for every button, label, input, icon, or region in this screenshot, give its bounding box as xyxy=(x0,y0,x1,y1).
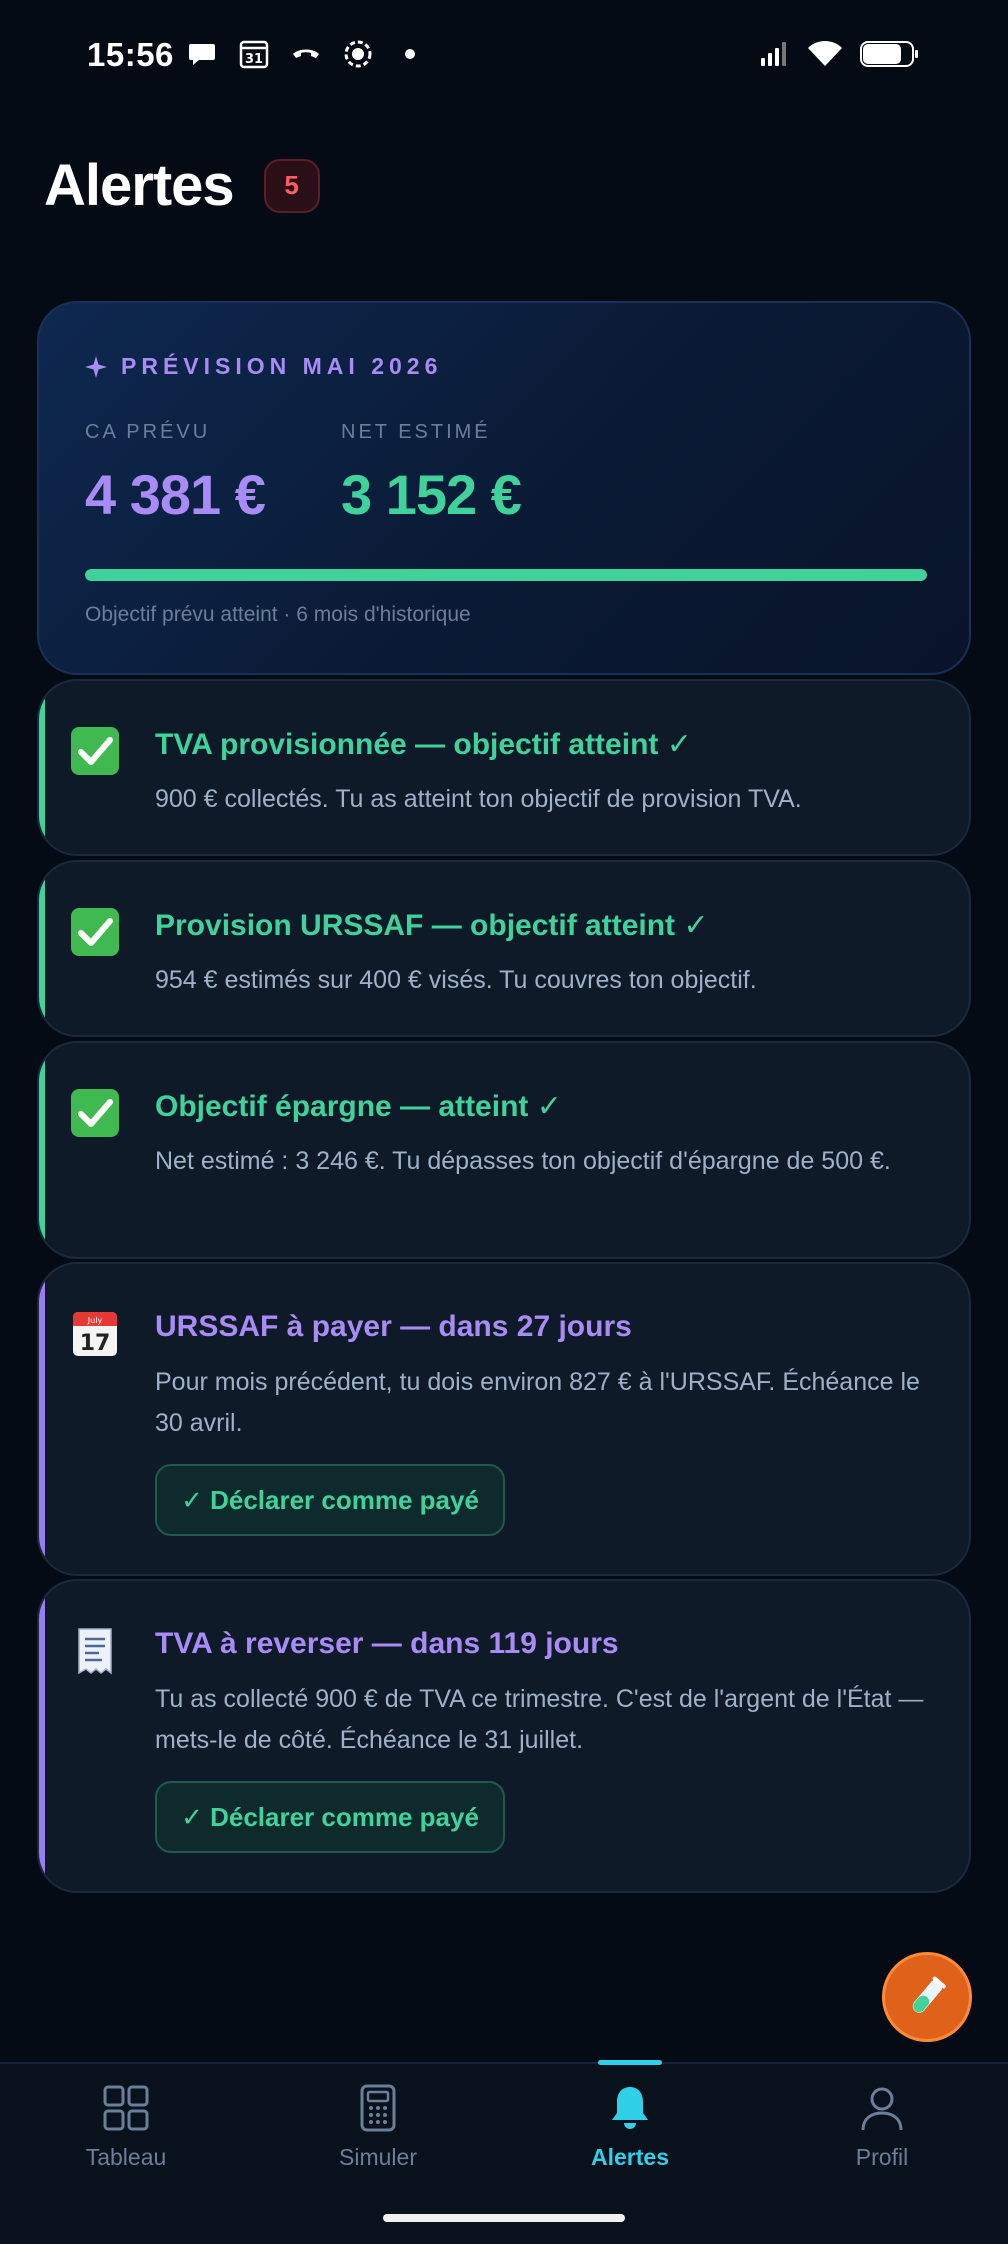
battery-icon xyxy=(860,41,918,67)
chat-bubble-icon xyxy=(189,44,215,65)
alert-title: Objectif épargne — atteint ✓ xyxy=(155,1090,562,1123)
status-bar: 15:56 31 xyxy=(0,0,1008,114)
check-box-icon xyxy=(71,1089,119,1137)
alert-card-savings-goal[interactable]: Objectif épargne — atteint ✓ Net estimé … xyxy=(37,1041,971,1259)
forecast-title-text: PRÉVISION MAI 2026 xyxy=(121,353,443,379)
alert-accent xyxy=(39,1264,45,1574)
status-time: 15:56 xyxy=(87,36,174,73)
wifi-icon xyxy=(808,40,842,66)
net-value: 3 152 € xyxy=(341,463,522,526)
check-box-icon xyxy=(71,727,119,775)
page-title: Alertes xyxy=(44,153,235,218)
nav-label: Profil xyxy=(855,2144,909,2170)
forecast-title: PRÉVISION MAI 2026 xyxy=(85,353,442,380)
alert-body: Pour mois précédent, tu dois environ 827… xyxy=(155,1368,920,1437)
calendar-31-icon: 31 xyxy=(239,40,269,69)
nav-item-simuler[interactable]: Simuler xyxy=(252,2064,504,2204)
receipt-icon xyxy=(78,1628,112,1675)
svg-text:17: 17 xyxy=(80,1331,111,1356)
nav-label: Simuler xyxy=(339,2144,417,2170)
alert-body: 900 € collectés. Tu as atteint ton objec… xyxy=(155,785,802,813)
alert-title: Provision URSSAF — objectif atteint ✓ xyxy=(155,909,709,942)
mark-paid-button[interactable]: ✓ Déclarer comme payé xyxy=(155,1464,505,1536)
calendar-icon: July 17 xyxy=(73,1312,117,1356)
test-tube-icon xyxy=(912,1976,946,2013)
bell-icon xyxy=(612,2087,648,2129)
nav-label: Alertes xyxy=(591,2144,669,2170)
nav-label: Tableau xyxy=(85,2144,167,2170)
dot-icon xyxy=(405,49,415,59)
svg-text:July: July xyxy=(87,1316,103,1325)
debug-fab-button[interactable] xyxy=(882,1952,972,2042)
signal-icon xyxy=(761,42,786,66)
alert-card-urssaf-due[interactable]: July 17 URSSAF à payer — dans 27 jours P… xyxy=(37,1262,971,1576)
notification-icons: 31 xyxy=(186,38,426,70)
ca-value: 4 381 € xyxy=(85,463,266,526)
net-forecast: NET ESTIMÉ 3 152 € xyxy=(341,421,522,527)
alert-title: URSSAF à payer — dans 27 jours xyxy=(155,1310,632,1343)
alert-body: Tu as collecté 900 € de TVA ce trimestre… xyxy=(155,1685,924,1754)
alert-card-tva-due[interactable]: TVA à reverser — dans 119 jours Tu as co… xyxy=(37,1579,971,1893)
alert-accent xyxy=(39,1581,45,1891)
forecast-progress-bar xyxy=(85,569,927,581)
ca-forecast: CA PRÉVU 4 381 € xyxy=(85,421,266,527)
check-box-icon xyxy=(71,908,119,956)
svg-text:31: 31 xyxy=(245,52,263,67)
system-icons xyxy=(758,38,920,70)
alert-accent xyxy=(39,1043,45,1257)
nav-item-alertes[interactable]: Alertes xyxy=(504,2060,756,2204)
calculator-icon xyxy=(360,2084,396,2132)
home-indicator[interactable] xyxy=(383,2214,625,2222)
net-label: NET ESTIMÉ xyxy=(341,421,491,443)
alert-card-tva-provision[interactable]: TVA provisionnée — objectif atteint ✓ 90… xyxy=(37,679,971,856)
forecast-progress-fill xyxy=(85,569,927,581)
grid-icon xyxy=(103,2085,149,2131)
alert-card-urssaf-provision[interactable]: Provision URSSAF — objectif atteint ✓ 95… xyxy=(37,860,971,1037)
ca-label: CA PRÉVU xyxy=(85,421,211,443)
alert-title: TVA à reverser — dans 119 jours xyxy=(155,1627,619,1660)
sparkle-icon xyxy=(85,355,107,378)
forecast-card[interactable]: PRÉVISION MAI 2026 CA PRÉVU 4 381 € NET … xyxy=(37,301,971,675)
nav-item-tableau[interactable]: Tableau xyxy=(0,2064,252,2204)
nav-item-profil[interactable]: Profil xyxy=(756,2064,1008,2204)
user-icon xyxy=(861,2087,903,2131)
alert-title: TVA provisionnée — objectif atteint ✓ xyxy=(155,728,692,761)
call-icon xyxy=(293,49,319,58)
page-header: Alertes 5 xyxy=(44,152,320,219)
mark-paid-button[interactable]: ✓ Déclarer comme payé xyxy=(155,1781,505,1853)
active-tab-indicator xyxy=(598,2060,662,2065)
record-icon xyxy=(344,40,372,68)
alert-body: 954 € estimés sur 400 € visés. Tu couvre… xyxy=(155,966,757,994)
alert-accent xyxy=(39,862,45,1035)
forecast-footer: Objectif prévu atteint · 6 mois d'histor… xyxy=(85,603,471,626)
alert-accent xyxy=(39,681,45,854)
alert-count-badge: 5 xyxy=(263,158,320,213)
alert-body: Net estimé : 3 246 €. Tu dépasses ton ob… xyxy=(155,1147,891,1175)
